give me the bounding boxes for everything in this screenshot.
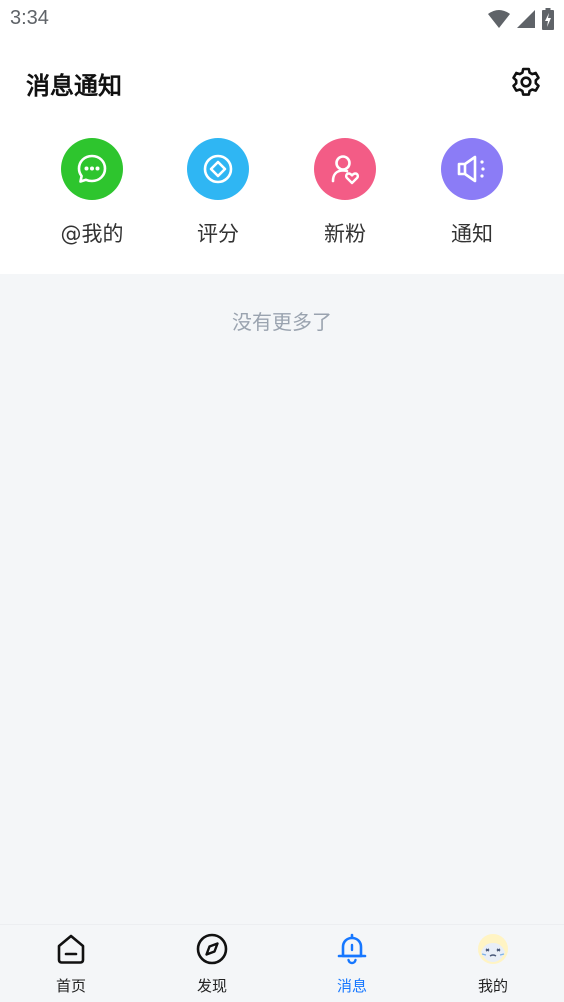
wifi-icon: [488, 10, 510, 28]
status-icons: [488, 8, 554, 30]
category-notifications[interactable]: 通知: [412, 138, 532, 258]
status-bar: 3:34: [0, 0, 564, 40]
rating-icon-circle: [187, 138, 249, 200]
compass-icon: [194, 931, 230, 967]
megaphone-icon: [457, 155, 485, 183]
nav-label: 发现: [196, 977, 227, 995]
status-time: 3:34: [10, 7, 49, 29]
battery-icon: [542, 8, 554, 30]
bell-icon: [334, 931, 370, 967]
nav-label: 我的: [477, 977, 508, 995]
new-follower-icon-circle: [314, 138, 376, 200]
message-list[interactable]: 没有更多了: [0, 274, 564, 924]
category-label: 评分: [197, 222, 239, 246]
category-mentions[interactable]: @我的: [32, 138, 152, 258]
header: 消息通知 @我的 评分 新粉 通知: [0, 40, 564, 274]
category-row: @我的 评分 新粉 通知: [0, 138, 564, 258]
nav-label: 首页: [55, 977, 86, 995]
settings-button[interactable]: [508, 64, 544, 100]
category-new-followers[interactable]: 新粉: [285, 138, 405, 258]
signal-icon: [517, 10, 535, 28]
nav-profile[interactable]: 我的: [443, 931, 543, 1001]
chat-bubble-icon: [77, 154, 107, 183]
category-label: @我的: [60, 222, 124, 246]
category-rating[interactable]: 评分: [158, 138, 278, 258]
page-title: 消息通知: [26, 72, 122, 100]
avatar-icon: [475, 931, 511, 967]
nav-home[interactable]: 首页: [21, 931, 121, 1001]
home-icon: [53, 931, 89, 967]
megaphone-icon-circle: [441, 138, 503, 200]
no-more-text: 没有更多了: [232, 310, 332, 334]
rating-icon: [203, 154, 233, 184]
nav-label: 消息: [336, 977, 367, 995]
category-label: 新粉: [324, 222, 366, 246]
screen: 3:34 消息通知 @我的 评分 新粉 通知 没有更多了 首页 发现 消息 我的: [0, 0, 564, 1002]
category-label: 通知: [451, 222, 493, 246]
new-follower-icon: [331, 155, 360, 185]
nav-discover[interactable]: 发现: [162, 931, 262, 1001]
bottom-nav: 首页 发现 消息 我的: [0, 924, 564, 1002]
nav-messages[interactable]: 消息: [302, 931, 402, 1001]
gear-icon: [512, 67, 540, 96]
mentions-icon-circle: [61, 138, 123, 200]
